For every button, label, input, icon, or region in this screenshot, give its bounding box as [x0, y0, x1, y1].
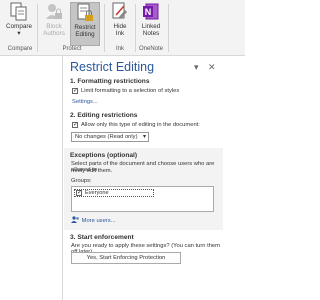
close-icon[interactable]: ✕ [208, 62, 216, 73]
users-icon [71, 216, 79, 223]
formatting-heading: 1. Formatting restrictions [70, 78, 150, 85]
block-authors-button[interactable]: Block Authors [40, 2, 68, 46]
everyone-checkbox[interactable]: ✓ [76, 190, 82, 196]
linked-notes-label-1: Linked [141, 23, 161, 30]
document-area [223, 56, 245, 300]
settings-link[interactable]: Settings... [72, 99, 98, 105]
group-separator [37, 4, 38, 52]
formatting-checkbox[interactable]: ✓ [72, 88, 78, 94]
chevron-down-icon: ▾ [17, 30, 21, 37]
svg-text:N: N [145, 7, 152, 17]
hide-ink-icon [112, 2, 127, 19]
editing-checkbox-label: Allow only this type of editing in the d… [81, 122, 200, 128]
onenote-icon: N [143, 3, 159, 20]
chevron-down-icon: ▾ [142, 134, 146, 140]
groups-list[interactable]: ✓ Everyone [71, 186, 214, 212]
block-authors-icon [46, 4, 62, 19]
restrict-editing-label-2: Editing [75, 31, 95, 38]
compare-icon [10, 2, 27, 21]
more-users-label: More users... [81, 218, 116, 224]
list-item[interactable]: ✓ Everyone [74, 189, 154, 197]
group-separator [104, 4, 105, 52]
enforcement-heading: 3. Start enforcement [70, 234, 134, 241]
group-ink-label: Ink [115, 46, 124, 52]
group-name: Everyone [85, 190, 109, 196]
group-compare-label: Compare [7, 46, 33, 52]
formatting-checkbox-label: Limit formatting to a selection of style… [81, 88, 180, 94]
hide-ink-label-1: Hide [113, 23, 127, 30]
groups-label: Groups: [71, 178, 92, 184]
exceptions-description-2: freely edit them. [71, 168, 113, 174]
block-authors-label-2: Authors [43, 30, 65, 37]
exceptions-heading: Exceptions (optional) [70, 152, 138, 159]
group-separator [135, 4, 136, 52]
restrict-editing-pane: Restrict Editing ▾ ✕ 1. Formatting restr… [62, 56, 223, 300]
compare-label: Compare [6, 23, 32, 30]
group-separator [168, 4, 169, 52]
ribbon: Compare ▾ Compare Block Authors Restrict… [0, 0, 245, 56]
editing-checkbox[interactable]: ✓ [72, 122, 78, 128]
hide-ink-label-2: Ink [115, 30, 125, 37]
restrict-editing-label-1: Restrict [74, 24, 96, 31]
restrict-editing-button[interactable]: Restrict Editing [70, 2, 100, 46]
editing-type-value: No changes (Read only) [75, 134, 138, 140]
pane-title: Restrict Editing [70, 60, 155, 74]
editing-heading: 2. Editing restrictions [70, 112, 138, 119]
linked-notes-button[interactable]: N Linked Notes [137, 2, 165, 46]
editing-type-select[interactable]: No changes (Read only) ▾ [71, 132, 149, 142]
group-onenote-label: OneNote [138, 46, 163, 52]
pane-options-dropdown[interactable]: ▾ [194, 62, 199, 73]
more-users-link[interactable]: More users... [71, 216, 115, 224]
hide-ink-button[interactable]: Hide Ink [106, 2, 134, 46]
block-authors-label-1: Block [46, 23, 62, 30]
group-protect-label: Protect [62, 46, 82, 52]
compare-button[interactable]: Compare ▾ [4, 2, 34, 46]
linked-notes-label-2: Notes [142, 30, 160, 37]
restrict-editing-icon [77, 3, 93, 21]
start-enforcing-button[interactable]: Yes, Start Enforcing Protection [71, 252, 181, 264]
